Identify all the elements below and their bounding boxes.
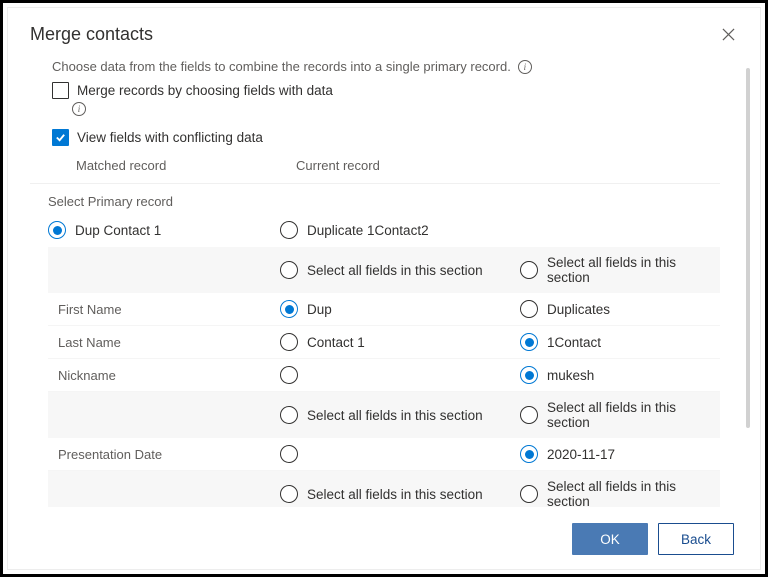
view-conflicting-checkbox[interactable] bbox=[52, 129, 69, 146]
back-button[interactable]: Back bbox=[658, 523, 734, 555]
field-right-radio[interactable] bbox=[520, 445, 538, 463]
field-right-value: 1Contact bbox=[547, 335, 601, 350]
dialog-title: Merge contacts bbox=[30, 24, 153, 45]
select-all-right-radio[interactable] bbox=[520, 485, 538, 503]
select-all-left-radio[interactable] bbox=[280, 261, 298, 279]
column-current-header: Current record bbox=[296, 158, 526, 173]
dialog-description: Choose data from the fields to combine t… bbox=[52, 59, 511, 74]
select-all-left-label: Select all fields in this section bbox=[307, 263, 483, 278]
field-left-radio[interactable] bbox=[280, 333, 298, 351]
select-all-right-radio[interactable] bbox=[520, 406, 538, 424]
close-button[interactable] bbox=[718, 24, 738, 44]
field-left-radio[interactable] bbox=[280, 366, 298, 384]
field-left-radio[interactable] bbox=[280, 445, 298, 463]
select-all-right-radio[interactable] bbox=[520, 261, 538, 279]
view-conflicting-label: View fields with conflicting data bbox=[77, 130, 263, 145]
select-all-right-label: Select all fields in this section bbox=[547, 479, 720, 507]
ok-button-label: OK bbox=[600, 532, 620, 547]
primary-record-left-radio[interactable] bbox=[48, 221, 66, 239]
select-all-left-label: Select all fields in this section bbox=[307, 408, 483, 423]
merge-by-fields-checkbox[interactable] bbox=[52, 82, 69, 99]
select-all-left-label: Select all fields in this section bbox=[307, 487, 483, 502]
field-right-radio[interactable] bbox=[520, 300, 538, 318]
field-left-value: Dup bbox=[307, 302, 332, 317]
field-row: Presentation Date 2020-11-17 bbox=[48, 438, 720, 471]
field-label: First Name bbox=[58, 302, 280, 317]
field-right-value: 2020-11-17 bbox=[547, 447, 615, 462]
field-row: Nickname mukesh bbox=[48, 359, 720, 392]
field-right-value: mukesh bbox=[547, 368, 594, 383]
primary-record-left-label: Dup Contact 1 bbox=[75, 223, 161, 238]
primary-record-right-label: Duplicate 1Contact2 bbox=[307, 223, 429, 238]
merge-by-fields-label: Merge records by choosing fields with da… bbox=[77, 83, 333, 98]
scrollbar[interactable] bbox=[746, 68, 750, 428]
info-icon[interactable]: i bbox=[72, 102, 86, 116]
back-button-label: Back bbox=[681, 532, 711, 547]
check-icon bbox=[55, 132, 66, 143]
column-matched-header: Matched record bbox=[76, 158, 296, 173]
field-label: Nickname bbox=[58, 368, 280, 383]
field-right-radio[interactable] bbox=[520, 366, 538, 384]
select-primary-header: Select Primary record bbox=[30, 194, 720, 217]
field-label: Last Name bbox=[58, 335, 280, 350]
select-all-right-label: Select all fields in this section bbox=[547, 255, 720, 285]
select-all-left-radio[interactable] bbox=[280, 406, 298, 424]
field-left-radio[interactable] bbox=[280, 300, 298, 318]
ok-button[interactable]: OK bbox=[572, 523, 648, 555]
field-right-value: Duplicates bbox=[547, 302, 610, 317]
close-icon bbox=[722, 28, 735, 41]
field-row: Last Name Contact 1 1Contact bbox=[48, 326, 720, 359]
select-all-right-label: Select all fields in this section bbox=[547, 400, 720, 430]
field-right-radio[interactable] bbox=[520, 333, 538, 351]
field-left-value: Contact 1 bbox=[307, 335, 365, 350]
primary-record-right-radio[interactable] bbox=[280, 221, 298, 239]
field-row: First Name Dup Duplicates bbox=[48, 293, 720, 326]
field-label: Presentation Date bbox=[58, 447, 280, 462]
select-all-left-radio[interactable] bbox=[280, 485, 298, 503]
info-icon[interactable]: i bbox=[518, 60, 532, 74]
merge-contacts-dialog: Merge contacts Choose data from the fiel… bbox=[8, 8, 760, 569]
